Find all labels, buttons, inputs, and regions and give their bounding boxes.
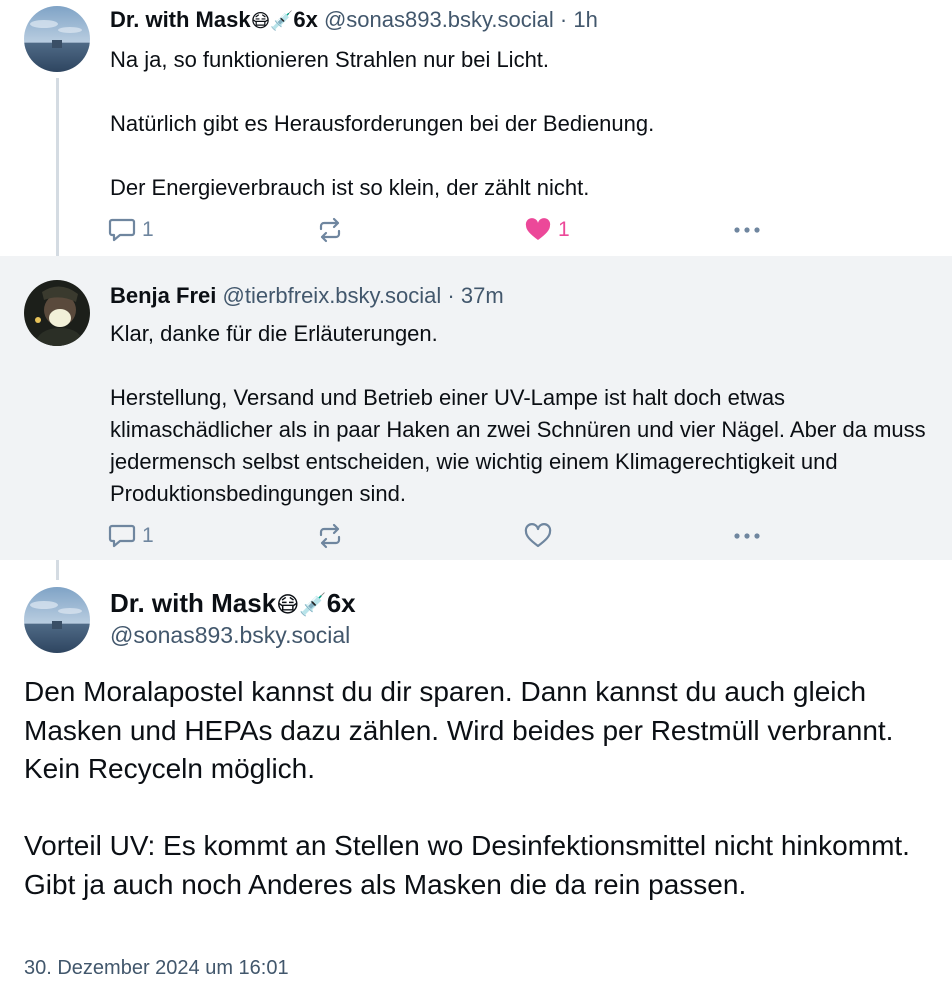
reply-bubble-icon xyxy=(108,524,136,548)
like-button[interactable] xyxy=(524,520,552,552)
post-header: Dr. with Mask😷💉6x @sonas893.bsky.social … xyxy=(110,6,598,36)
repost-arrows-icon xyxy=(319,217,341,243)
author-name[interactable]: Benja Frei xyxy=(110,283,216,308)
post-header: Benja Frei @tierbfreix.bsky.social · 37m xyxy=(110,282,504,310)
post-1[interactable]: Dr. with Mask😷💉6x @sonas893.bsky.social … xyxy=(0,0,952,254)
reply-button[interactable]: 1 xyxy=(108,214,154,246)
like-count: 1 xyxy=(558,218,570,241)
avatar-masked-person-image xyxy=(24,280,90,346)
repost-button[interactable] xyxy=(316,214,344,246)
post-actions: 1 1 xyxy=(108,214,768,246)
avatar-sea-image xyxy=(24,6,90,72)
author-name[interactable]: Dr. with Mask😷💉6x xyxy=(110,7,318,32)
ellipsis-icon xyxy=(734,227,760,233)
main-post-text: Den Moralapostel kannst du dir sparen. D… xyxy=(24,676,910,900)
author-emoji: 😷💉 xyxy=(276,592,327,618)
main-post-avatar[interactable] xyxy=(24,587,90,653)
post-2[interactable]: Benja Frei @tierbfreix.bsky.social · 37m… xyxy=(0,256,952,560)
reply-count: 1 xyxy=(142,218,154,241)
main-post-timestamp: 30. Dezember 2024 um 16:01 xyxy=(24,957,289,979)
reply-count: 1 xyxy=(142,524,154,547)
heart-icon xyxy=(525,218,551,240)
reply-button[interactable]: 1 xyxy=(108,520,154,552)
main-post-author-handle[interactable]: @sonas893.bsky.social xyxy=(110,622,350,649)
like-button[interactable]: 1 xyxy=(524,214,570,246)
heart-outline-icon xyxy=(524,523,552,548)
post-text: Na ja, so funktionieren Strahlen nur bei… xyxy=(110,47,655,200)
more-options-button[interactable] xyxy=(732,520,762,552)
post-age[interactable]: 37m xyxy=(461,283,504,308)
main-post-author-name[interactable]: Dr. with Mask😷💉6x xyxy=(110,588,356,619)
post-text: Klar, danke für die Erläuterungen. Herst… xyxy=(110,321,926,506)
separator-dot: · xyxy=(559,7,568,32)
post-actions: 1 xyxy=(108,520,768,552)
reply-bubble-icon xyxy=(108,218,136,242)
avatar[interactable] xyxy=(24,6,90,72)
avatar-sea-image xyxy=(24,587,90,653)
author-emoji: 😷💉 xyxy=(250,11,294,32)
more-options-button[interactable] xyxy=(732,214,762,246)
avatar[interactable] xyxy=(24,280,90,346)
author-handle[interactable]: @tierbfreix.bsky.social xyxy=(223,283,442,308)
post-age[interactable]: 1h xyxy=(573,7,597,32)
ellipsis-icon xyxy=(734,533,760,539)
repost-button[interactable] xyxy=(316,520,344,552)
separator-dot: · xyxy=(447,283,455,308)
repost-arrows-icon xyxy=(319,523,341,549)
author-handle[interactable]: @sonas893.bsky.social xyxy=(324,7,554,32)
